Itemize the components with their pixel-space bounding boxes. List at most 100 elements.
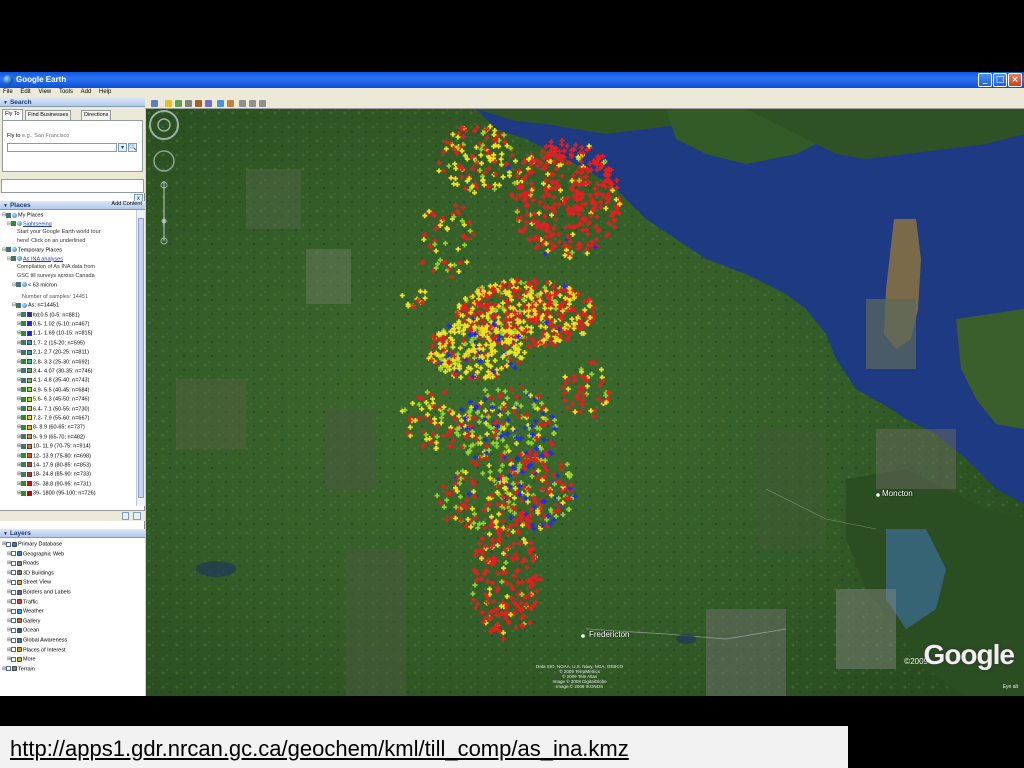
kmz-url-link[interactable]: http://apps1.gdr.nrcan.gc.ca/geochem/kml… xyxy=(10,736,629,761)
place-label[interactable]: As INA analyses xyxy=(23,256,63,262)
close-button[interactable]: × xyxy=(1008,73,1022,87)
layer-item[interactable]: ⊞ Terrain xyxy=(2,665,35,673)
menu-view[interactable]: View xyxy=(35,88,54,95)
menu-file[interactable]: File xyxy=(0,88,16,95)
label-fredericton[interactable]: Fredericton xyxy=(589,630,629,639)
tab-find-businesses[interactable]: Find Businesses xyxy=(25,110,72,120)
checkbox-icon[interactable] xyxy=(21,434,26,440)
add-content-button[interactable]: Add Content xyxy=(111,201,142,207)
legend-class-item[interactable]: ⊞ 12- 13.9 (75-80: n=698) xyxy=(17,452,91,460)
legend-class-item[interactable]: ⊞ 2.8- 3.3 (25-30: n=692) xyxy=(17,358,89,366)
navigation-controls[interactable] xyxy=(146,109,182,249)
maximize-button[interactable]: □ xyxy=(993,73,1007,87)
checkbox-icon[interactable] xyxy=(21,490,26,496)
checkbox-icon[interactable] xyxy=(21,453,26,458)
layer-item[interactable]: ⊞ Borders and Labels xyxy=(7,588,71,596)
layer-item[interactable]: ⊞ Traffic xyxy=(7,598,38,606)
place-label[interactable]: Sightseeing xyxy=(23,221,52,227)
path-icon[interactable] xyxy=(185,100,192,107)
checkbox-icon[interactable] xyxy=(11,221,16,227)
checkbox-icon[interactable] xyxy=(11,256,16,261)
checkbox-icon[interactable] xyxy=(11,627,16,633)
search-results-box[interactable] xyxy=(1,179,144,193)
menu-tools[interactable]: Tools xyxy=(56,88,76,95)
search-icon[interactable]: 🔍 xyxy=(128,143,137,152)
place-item[interactable]: ⊟ As INA analyses xyxy=(7,255,63,263)
layers-panel-header[interactable]: ▼ Layers xyxy=(0,529,145,538)
layer-item[interactable]: ⊞ More xyxy=(7,655,36,663)
checkbox-icon[interactable] xyxy=(11,599,16,605)
checkbox-icon[interactable] xyxy=(21,312,26,317)
checkbox-icon[interactable] xyxy=(11,656,16,662)
checkbox-icon[interactable] xyxy=(16,302,21,308)
place-item[interactable]: ⊟ My Places xyxy=(2,211,43,219)
checkbox-icon[interactable] xyxy=(11,551,16,557)
menu-edit[interactable]: Edit xyxy=(17,88,33,95)
place-item[interactable]: ⊟ Temporary Places xyxy=(2,246,62,254)
checkbox-icon[interactable] xyxy=(11,589,16,595)
legend-class-item[interactable]: ⊞ ltd;0.5 (0-5: n=881) xyxy=(17,311,80,319)
checkbox-icon[interactable] xyxy=(21,377,26,383)
email-icon[interactable] xyxy=(239,100,246,107)
scrollbar-thumb[interactable] xyxy=(138,218,144,498)
checkbox-icon[interactable] xyxy=(21,415,26,421)
legend-class-item[interactable]: ⊞ 9- 9.9 (65-70: n=482) xyxy=(17,433,85,441)
layer-item[interactable]: ⊞ Global Awareness xyxy=(7,636,67,644)
legend-class-item[interactable]: ⊞ 8- 8.9 (60-65: n=737) xyxy=(17,423,85,431)
legend-class-item[interactable]: ⊞ 2.1- 2.7 (20-25: n=811) xyxy=(17,348,89,356)
checkbox-icon[interactable] xyxy=(16,282,21,288)
checkbox-icon[interactable] xyxy=(21,443,26,449)
checkbox-icon[interactable] xyxy=(21,481,26,487)
legend-class-item[interactable]: ⊞ 39- 1800 (95-100: n=726) xyxy=(17,489,96,497)
panel-toggle-icon[interactable] xyxy=(133,512,141,520)
pane-resize-icon[interactable] xyxy=(122,512,129,520)
checkbox-icon[interactable] xyxy=(21,340,26,346)
layer-item[interactable]: ⊞ Ocean xyxy=(7,626,39,634)
legend-class-item[interactable]: ⊞ 10- 11.9 (70-75: n=914) xyxy=(17,442,91,450)
maps-icon[interactable] xyxy=(259,100,266,107)
checkbox-icon[interactable] xyxy=(11,579,16,585)
place-item[interactable]: ⊟ As: n=14451 xyxy=(12,301,59,309)
checkbox-icon[interactable] xyxy=(11,647,16,653)
checkbox-icon[interactable] xyxy=(6,541,11,547)
places-panel-header[interactable]: ▼ Places Add Content xyxy=(0,201,145,210)
place-item[interactable]: ⊟ < 63 micron xyxy=(12,281,57,289)
image-overlay-icon[interactable] xyxy=(195,100,202,107)
layer-item[interactable]: ⊞ Weather xyxy=(7,607,44,615)
layer-item[interactable]: ⊞ Gallery xyxy=(7,617,40,625)
checkbox-icon[interactable] xyxy=(11,608,16,614)
legend-class-item[interactable]: ⊞ 18- 24.8 (85-90: n=733) xyxy=(17,470,91,478)
legend-class-item[interactable]: ⊞ 5.6- 6.3 (45-50: n=746) xyxy=(17,395,89,403)
checkbox-icon[interactable] xyxy=(6,247,11,253)
legend-class-item[interactable]: ⊞ 1.7- 2 (15-20: n=595) xyxy=(17,339,85,347)
checkbox-icon[interactable] xyxy=(11,560,16,566)
print-icon[interactable] xyxy=(249,100,256,107)
checkbox-icon[interactable] xyxy=(21,321,26,327)
sky-icon[interactable] xyxy=(217,100,224,107)
layer-item[interactable]: ⊞ Street View xyxy=(7,578,51,586)
checkbox-icon[interactable] xyxy=(11,637,16,643)
checkbox-icon[interactable] xyxy=(21,368,26,374)
menu-add[interactable]: Add xyxy=(78,88,95,95)
minimize-button[interactable]: _ xyxy=(978,73,992,87)
ruler-icon[interactable] xyxy=(227,100,234,107)
legend-class-item[interactable]: ⊞ 3.4- 4.07 (30-35: n=746) xyxy=(17,367,92,375)
checkbox-icon[interactable] xyxy=(6,666,11,672)
places-scrollbar[interactable] xyxy=(136,210,145,506)
tab-directions[interactable]: Directions xyxy=(81,110,112,120)
search-panel-header[interactable]: ▼ Search xyxy=(0,98,145,107)
layer-item[interactable]: ⊞ Geographic Web xyxy=(7,550,64,558)
checkbox-icon[interactable] xyxy=(11,618,16,624)
legend-class-item[interactable]: ⊞ 25- 38.8 (90-95: n=731) xyxy=(17,480,91,488)
checkbox-icon[interactable] xyxy=(21,349,26,355)
checkbox-icon[interactable] xyxy=(11,570,16,576)
legend-class-item[interactable]: ⊞ 6.4- 7.1 (50-55: n=730) xyxy=(17,405,89,413)
menu-help[interactable]: Help xyxy=(96,88,114,95)
layer-item[interactable]: ⊞ 3D Buildings xyxy=(7,569,54,577)
tab-fly-to[interactable]: Fly To xyxy=(2,109,23,120)
legend-class-item[interactable]: ⊞ 1.1- 1.69 (10-15: n=815) xyxy=(17,329,92,337)
fly-to-input[interactable] xyxy=(7,143,117,152)
legend-class-item[interactable]: ⊞ 0.5- 1.02 (5-10: n=467) xyxy=(17,320,89,328)
checkbox-icon[interactable] xyxy=(6,212,11,218)
layer-item[interactable]: ⊞ Places of Interest xyxy=(7,646,66,654)
